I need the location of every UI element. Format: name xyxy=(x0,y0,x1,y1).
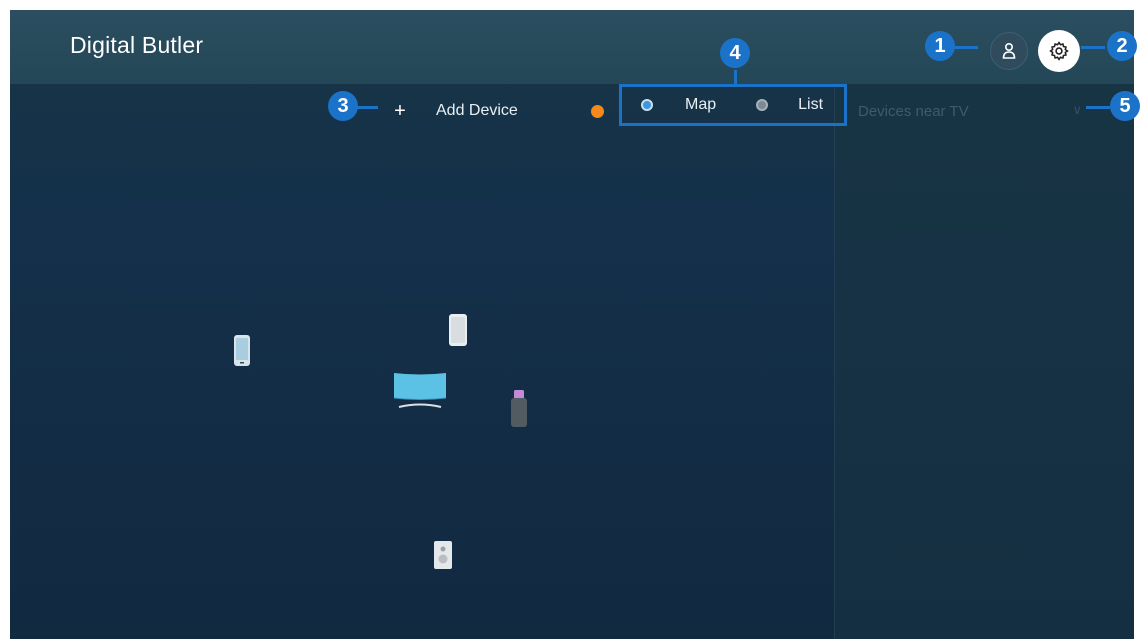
person-icon xyxy=(1002,42,1016,59)
map-radio-icon[interactable] xyxy=(641,99,653,111)
list-radio-icon[interactable] xyxy=(756,99,769,111)
callout-3-line xyxy=(356,106,378,109)
callout-2-line xyxy=(1081,46,1105,49)
gear-icon xyxy=(1049,41,1069,61)
speaker-icon[interactable] xyxy=(432,540,454,570)
callout-1-line xyxy=(952,46,978,49)
notification-dot xyxy=(591,105,604,118)
usb-stick-icon[interactable] xyxy=(509,389,529,429)
callout-4-line xyxy=(734,70,737,86)
app-title: Digital Butler xyxy=(70,32,204,58)
smartphone-icon[interactable] xyxy=(232,334,252,368)
device-list-panel xyxy=(834,84,1134,639)
map-option-label[interactable]: Map xyxy=(685,96,716,114)
list-option-label[interactable]: List xyxy=(798,96,823,114)
tv-icon[interactable] xyxy=(391,370,449,410)
view-mode-toggle: Map List xyxy=(619,84,847,126)
plus-icon: + xyxy=(394,99,406,122)
chevron-down-icon: ∨ xyxy=(1072,102,1082,117)
tablet-icon[interactable] xyxy=(447,313,469,347)
callout-5-marker: 5 xyxy=(1110,91,1140,121)
callout-2-marker: 2 xyxy=(1107,31,1137,61)
device-filter-select[interactable]: Devices near TV ∨ xyxy=(858,94,1098,128)
device-filter-label: Devices near TV xyxy=(858,102,969,120)
callout-4-marker: 4 xyxy=(720,38,750,68)
callout-3-marker: 3 xyxy=(328,91,358,121)
add-device-button[interactable]: + Add Device xyxy=(380,92,606,130)
callout-1-marker: 1 xyxy=(925,31,955,61)
settings-button[interactable] xyxy=(1038,30,1080,72)
profile-button[interactable] xyxy=(990,32,1028,70)
add-device-label: Add Device xyxy=(436,102,518,119)
digital-butler-screen: Digital Butler + Add Device Map List Dev… xyxy=(10,10,1134,639)
callout-5-line xyxy=(1086,106,1110,109)
